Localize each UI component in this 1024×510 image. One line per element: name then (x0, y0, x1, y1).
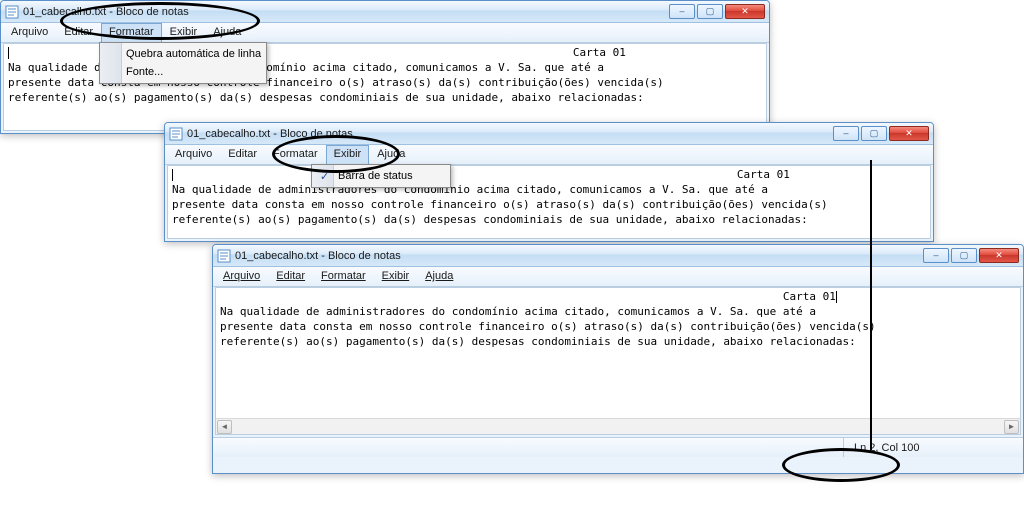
notepad-window-1: 01_cabecalho.txt - Bloco de notas – ▢ ✕ … (0, 0, 770, 134)
close-button[interactable]: ✕ (979, 248, 1019, 263)
close-icon: ✕ (741, 7, 749, 16)
close-icon: ✕ (995, 251, 1003, 260)
maximize-icon: ▢ (706, 7, 715, 16)
menu-editar[interactable]: Editar (268, 267, 313, 286)
close-icon: ✕ (905, 129, 913, 138)
menu-exibir[interactable]: Exibir (374, 267, 418, 286)
menu-exibir[interactable]: Exibir (326, 145, 370, 164)
menu-item-label: Fonte... (126, 66, 163, 78)
notepad-window-2: 01_cabecalho.txt - Bloco de notas – ▢ ✕ … (164, 122, 934, 242)
notepad-icon (217, 249, 231, 263)
menu-ajuda[interactable]: Ajuda (369, 145, 413, 164)
statusbar: Ln 2, Col 100 (213, 437, 1023, 457)
menu-item-label: Barra de status (338, 170, 413, 182)
chevron-right-icon: ► (1008, 422, 1016, 431)
menu-formatar[interactable]: Formatar (313, 267, 374, 286)
minimize-icon: – (843, 129, 848, 138)
menu-ajuda[interactable]: Ajuda (205, 23, 249, 42)
scroll-right-button[interactable]: ► (1004, 420, 1019, 434)
check-icon: ✓ (320, 170, 329, 183)
menu-item-label: Quebra automática de linha (126, 48, 261, 60)
titlebar[interactable]: 01_cabecalho.txt - Bloco de notas – ▢ ✕ (1, 1, 769, 23)
close-button[interactable]: ✕ (725, 4, 765, 19)
minimize-icon: – (933, 251, 938, 260)
horizontal-scrollbar[interactable]: ◄ ► (216, 418, 1020, 434)
status-position-text: Ln 2, Col 100 (854, 442, 919, 454)
notepad-icon (169, 127, 183, 141)
text-area[interactable]: Carta 01 Na qualidade de administradores… (167, 165, 931, 239)
minimize-button[interactable]: – (833, 126, 859, 141)
window-title: 01_cabecalho.txt - Bloco de notas (235, 250, 923, 262)
chevron-left-icon: ◄ (221, 422, 229, 431)
maximize-button[interactable]: ▢ (697, 4, 723, 19)
text-content: Carta 01 Na qualidade de administradores… (216, 288, 1020, 418)
menu-item-barra-status[interactable]: ✓ Barra de status (314, 167, 448, 185)
menu-arquivo[interactable]: Arquivo (3, 23, 56, 42)
text-content: Carta 01 Na qualidade de administradores… (168, 166, 930, 229)
titlebar[interactable]: 01_cabecalho.txt - Bloco de notas – ▢ ✕ (165, 123, 933, 145)
menu-formatar[interactable]: Formatar (101, 23, 162, 42)
status-position: Ln 2, Col 100 (843, 438, 1023, 457)
text-area[interactable]: Carta 01 Na qualidade de administradores… (215, 287, 1021, 435)
notepad-window-3: 01_cabecalho.txt - Bloco de notas – ▢ ✕ … (212, 244, 1024, 474)
maximize-button[interactable]: ▢ (861, 126, 887, 141)
menu-item-fonte[interactable]: Fonte... (102, 63, 264, 81)
maximize-icon: ▢ (870, 129, 879, 138)
menubar: Arquivo Editar Formatar Exibir Ajuda (165, 145, 933, 165)
window-title: 01_cabecalho.txt - Bloco de notas (23, 6, 669, 18)
maximize-icon: ▢ (960, 251, 969, 260)
minimize-button[interactable]: – (669, 4, 695, 19)
scroll-left-button[interactable]: ◄ (217, 420, 232, 434)
menubar: Arquivo Editar Formatar Exibir Ajuda (213, 267, 1023, 287)
menu-arquivo[interactable]: Arquivo (215, 267, 268, 286)
menu-ajuda[interactable]: Ajuda (417, 267, 461, 286)
menu-editar[interactable]: Editar (220, 145, 265, 164)
minimize-button[interactable]: – (923, 248, 949, 263)
menu-exibir[interactable]: Exibir (162, 23, 206, 42)
close-button[interactable]: ✕ (889, 126, 929, 141)
exibir-dropdown: ✓ Barra de status (311, 164, 451, 188)
menu-arquivo[interactable]: Arquivo (167, 145, 220, 164)
minimize-icon: – (679, 7, 684, 16)
formatar-dropdown: Quebra automática de linha Fonte... (99, 42, 267, 84)
menubar: Arquivo Editar Formatar Exibir Ajuda (1, 23, 769, 43)
menu-formatar[interactable]: Formatar (265, 145, 326, 164)
menu-item-quebra-automatica[interactable]: Quebra automática de linha (102, 45, 264, 63)
menu-editar[interactable]: Editar (56, 23, 101, 42)
maximize-button[interactable]: ▢ (951, 248, 977, 263)
notepad-icon (5, 5, 19, 19)
titlebar[interactable]: 01_cabecalho.txt - Bloco de notas – ▢ ✕ (213, 245, 1023, 267)
window-title: 01_cabecalho.txt - Bloco de notas (187, 128, 833, 140)
